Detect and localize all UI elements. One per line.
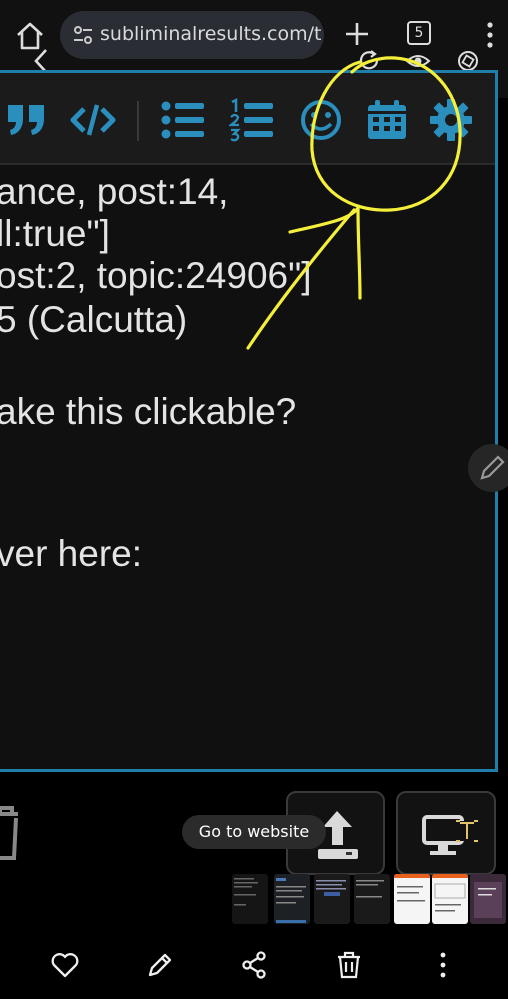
quote-icon[interactable]	[4, 97, 50, 143]
thumbnail[interactable]	[314, 874, 350, 924]
text-line: ll:true"]	[0, 213, 110, 254]
thumbnail[interactable]	[232, 874, 268, 924]
text-line: ver here:	[0, 533, 143, 574]
site-settings-icon[interactable]	[72, 24, 94, 46]
thumbnail[interactable]	[354, 874, 390, 924]
tab-switcher-button[interactable]: 5	[407, 21, 431, 45]
url-text: subliminalresults.com/t	[100, 23, 322, 45]
text-line: ake this clickable?	[0, 391, 297, 432]
composer-editor: ance, post:14, ll:true"] ost:2, topic:24…	[0, 70, 498, 772]
browser-top-bar: subliminalresults.com/t 5	[0, 0, 508, 70]
calendar-icon[interactable]	[364, 97, 410, 143]
share-icon[interactable]	[239, 950, 269, 980]
code-icon[interactable]	[70, 97, 116, 143]
thumbnail[interactable]	[470, 874, 506, 924]
recent-images-strip	[232, 874, 508, 926]
more-menu-icon[interactable]	[480, 20, 500, 50]
thumbnail[interactable]	[274, 874, 310, 924]
edit-floating-button[interactable]	[468, 444, 508, 492]
gallery-action-bar	[0, 930, 508, 999]
extract-text-card[interactable]	[396, 791, 496, 875]
trash-icon[interactable]	[334, 950, 364, 980]
numbered-list-icon[interactable]	[227, 97, 275, 143]
bullet-list-icon[interactable]	[160, 97, 206, 143]
text-line: ost:2, topic:24906"]	[0, 255, 312, 296]
text-line: 5 (Calcutta)	[0, 299, 188, 340]
edit-pencil-icon[interactable]	[145, 950, 175, 980]
gear-icon[interactable]	[428, 97, 474, 143]
emoji-icon[interactable]	[298, 97, 344, 143]
go-to-website-button[interactable]: Go to website	[182, 815, 326, 849]
editor-toolbar	[0, 73, 495, 165]
address-bar[interactable]: subliminalresults.com/t	[60, 11, 324, 59]
toolbar-divider	[137, 101, 139, 141]
new-tab-icon[interactable]	[343, 20, 371, 48]
thumbnail[interactable]	[432, 874, 468, 924]
favorite-heart-icon[interactable]	[50, 950, 80, 980]
delete-icon[interactable]	[0, 804, 22, 862]
thumbnail[interactable]	[394, 874, 430, 924]
more-options-icon[interactable]	[428, 950, 458, 980]
text-line: ance, post:14,	[0, 171, 229, 212]
